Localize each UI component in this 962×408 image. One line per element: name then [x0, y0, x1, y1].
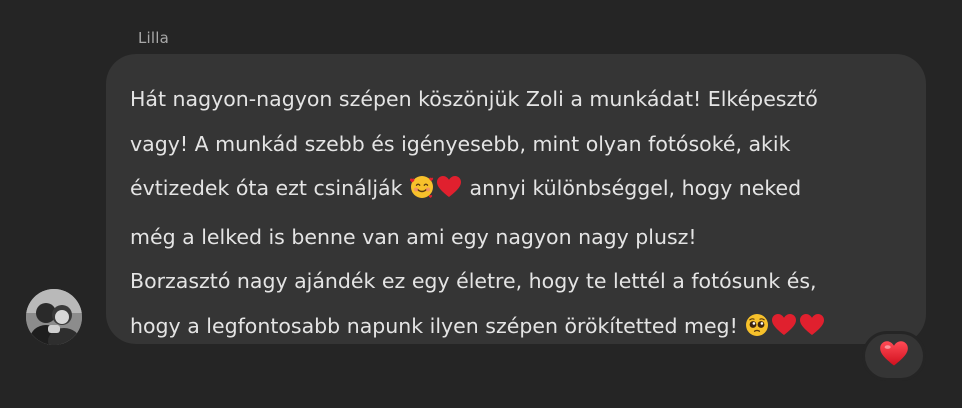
message-line: évtizedek óta ezt csinálják annyi különb…	[130, 166, 910, 215]
red-heart-icon	[879, 340, 909, 372]
message-line-part: évtizedek óta ezt csinálják	[130, 176, 403, 201]
message-line: Hát nagyon-nagyon szépen köszönjük Zoli …	[130, 87, 818, 111]
avatar[interactable]	[26, 289, 82, 345]
message-line-part: hogy a legfontosabb napunk ilyen szépen …	[130, 313, 738, 338]
reaction-badge[interactable]	[865, 334, 923, 378]
pleading-face-icon	[745, 308, 769, 353]
chat-thread: Lilla Hát nagyon-nagyon szépen köszönjük…	[0, 0, 962, 408]
message-line: még a lelked is benne van ami egy nagyon…	[130, 224, 697, 249]
message-line: hogy a legfontosabb napunk ilyen szépen …	[130, 304, 910, 353]
red-heart-icon	[799, 308, 825, 353]
sender-name: Lilla	[138, 29, 170, 47]
message-text: Hát nagyon-nagyon szépen köszönjük Zoli …	[130, 77, 910, 353]
message-line: Borzasztó nagy ajándék ez egy életre, ho…	[130, 269, 817, 294]
message-line-part: annyi különbséggel, hogy neked	[469, 176, 802, 201]
red-heart-icon	[436, 170, 462, 215]
red-heart-icon	[771, 308, 797, 353]
smiling-face-with-hearts-icon	[409, 170, 434, 215]
message-line: vagy! A munkád szebb és igényesebb, mint…	[130, 131, 791, 156]
